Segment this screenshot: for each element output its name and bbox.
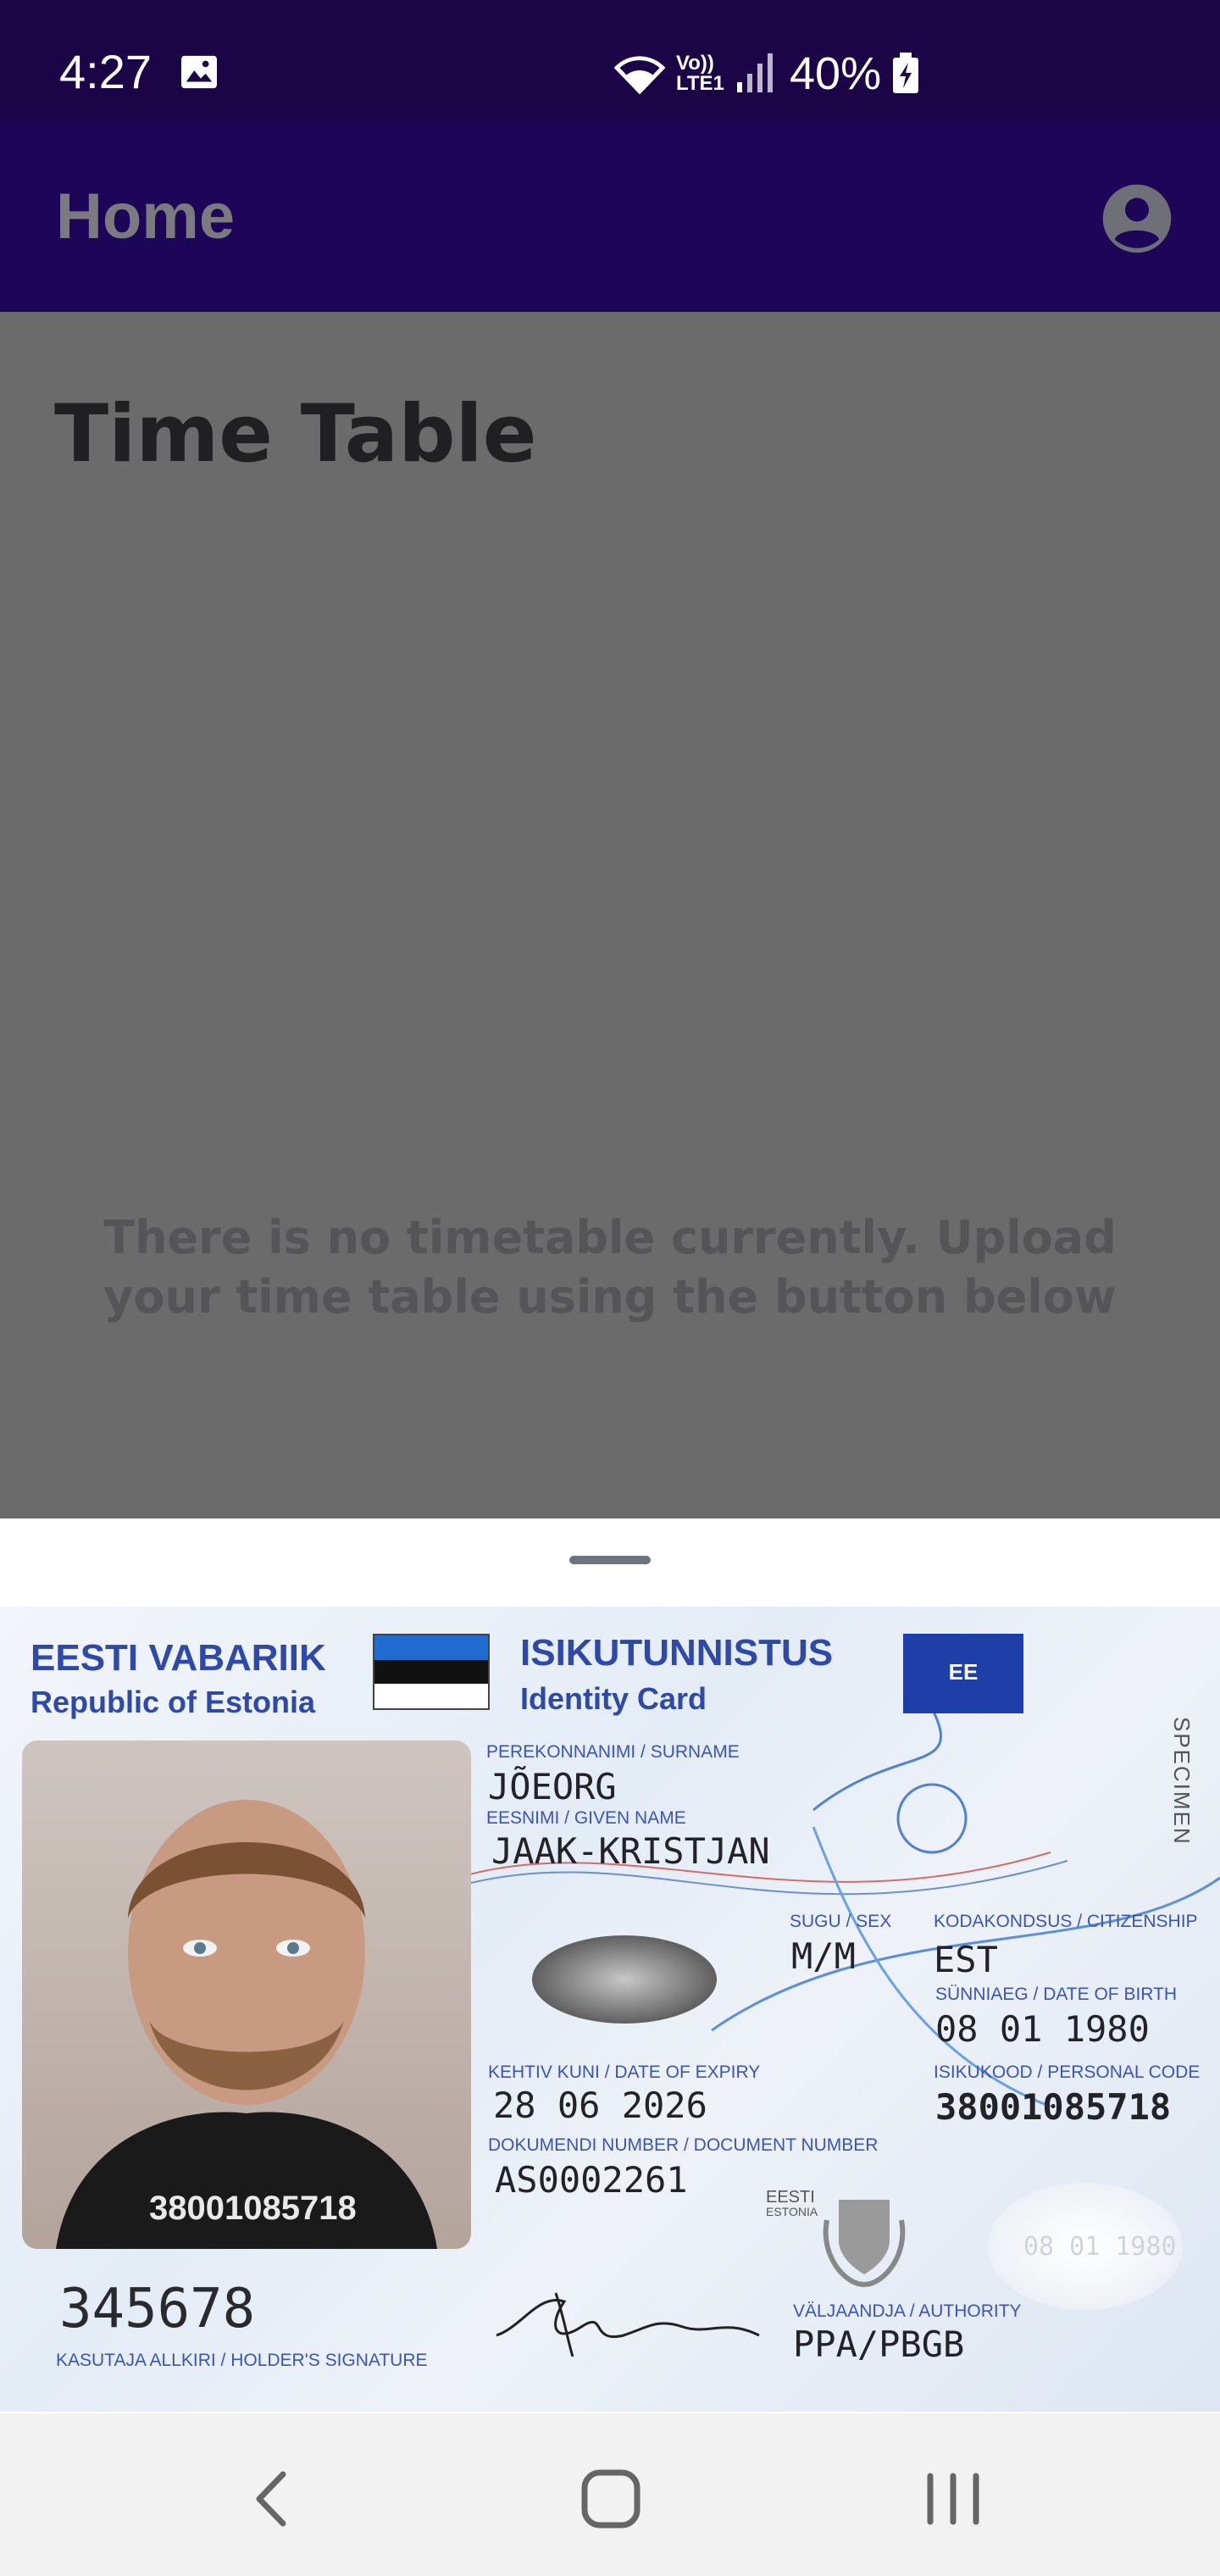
photo-personal-code: 38001085718: [149, 2190, 357, 2227]
status-time: 4:27: [59, 45, 152, 98]
citizenship-value: EST: [934, 1939, 998, 1980]
eu-flag-icon: EE: [903, 1634, 1023, 1713]
surname-label: PEREKONNANIMI / SURNAME: [486, 1742, 740, 1762]
given-name-value: JAAK-KRISTJAN: [491, 1830, 770, 1872]
sheet-drag-handle[interactable]: [569, 1556, 651, 1564]
back-icon[interactable]: [236, 2461, 312, 2537]
coat-label-estonia: ESTONIA: [766, 2205, 818, 2218]
specimen-text: SPECIMEN: [1169, 1717, 1195, 1846]
expiry-value: 28 06 2026: [493, 2085, 707, 2126]
app-title: Home: [56, 180, 236, 253]
app-bar: Home: [0, 119, 1220, 312]
battery-percent: 40%: [790, 48, 882, 99]
personal-code-label: ISIKUKOOD / PERSONAL CODE: [934, 2062, 1201, 2082]
system-nav-bar: [0, 2413, 1220, 2576]
dob-value: 08 01 1980: [935, 2008, 1150, 2050]
home-icon[interactable]: [573, 2461, 649, 2537]
main-content: Time Table There is no timetable current…: [0, 312, 1220, 1518]
doc-number-label: DOKUMENDI NUMBER / DOCUMENT NUMBER: [488, 2135, 879, 2155]
hologram-dob: 08 01 1980: [1023, 2232, 1177, 2262]
given-name-label: EESNIMI / GIVEN NAME: [486, 1808, 686, 1828]
page-title: Time Table: [54, 388, 537, 480]
holder-photo: 38001085718: [22, 1740, 471, 2249]
doc-number-value: AS0002261: [495, 2159, 688, 2201]
sex-value: M/M: [791, 1935, 856, 1977]
status-bar: 4:27 Vo)) LTE1 40%: [0, 0, 1220, 119]
portrait-image: [56, 1800, 437, 2249]
wifi-icon: [613, 56, 666, 95]
authority-label: VÄLJAANDJA / AUTHORITY: [793, 2301, 1022, 2321]
personal-code-value: 38001085718: [935, 2086, 1172, 2128]
coat-of-arms-icon: [823, 2200, 906, 2288]
card-number: 345678: [59, 2278, 256, 2340]
battery-charging-icon: [893, 53, 919, 93]
holder-signature: [496, 2292, 760, 2357]
signature-label: KASUTAJA ALLKIRI / HOLDER'S SIGNATURE: [56, 2351, 428, 2370]
recents-icon[interactable]: [915, 2461, 991, 2537]
contactless-chip-icon: [532, 1935, 717, 2024]
dob-label: SÜNNIAEG / DATE OF BIRTH: [935, 1985, 1178, 2004]
hologram: 08 01 1980: [988, 2183, 1183, 2310]
signal-icon: [737, 53, 773, 92]
bottom-sheet[interactable]: EESTI VABARIIK Republic of Estonia ISIKU…: [0, 1518, 1220, 2413]
image-icon: [181, 55, 217, 89]
status-indicators: Vo)) LTE1 40%: [613, 44, 920, 103]
estonia-flag: [373, 1634, 490, 1710]
sex-label: SUGU / SEX: [790, 1912, 892, 1931]
card-country-en: Republic of Estonia: [30, 1685, 316, 1719]
network-label: Vo)) LTE1: [676, 52, 724, 95]
authority-value: PPA/PBGB: [793, 2323, 965, 2365]
card-country-et: EESTI VABARIIK: [30, 1637, 326, 1679]
empty-state-message: There is no timetable currently. Upload …: [103, 1211, 1117, 1324]
eu-country-code: EE: [948, 1659, 979, 1685]
expiry-label: KEHTIV KUNI / DATE OF EXPIRY: [488, 2062, 761, 2082]
account-circle-icon[interactable]: [1101, 183, 1173, 254]
card-doc-title-en: Identity Card: [520, 1681, 707, 1716]
surname-value: JÕEORG: [488, 1766, 617, 1807]
card-doc-title-et: ISIKUTUNNISTUS: [520, 1632, 834, 1674]
id-card-image: EESTI VABARIIK Republic of Estonia ISIKU…: [0, 1607, 1220, 2412]
citizenship-label: KODAKONDSUS / CITIZENSHIP: [934, 1912, 1198, 1931]
